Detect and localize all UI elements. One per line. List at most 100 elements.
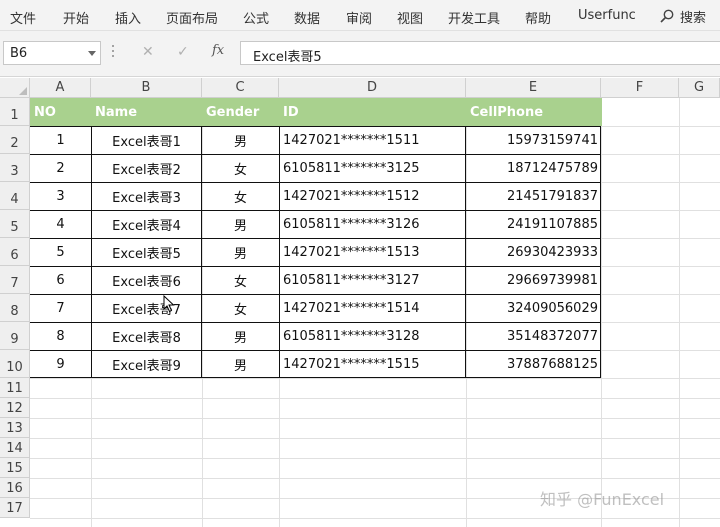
table-cell-gender[interactable]: 女 [202, 294, 279, 322]
table-cell-no[interactable]: 1 [30, 126, 91, 154]
row-header-14[interactable]: 14 [0, 438, 30, 458]
table-cell-id[interactable]: 6105811*******3125 [279, 154, 466, 182]
table-border [30, 154, 601, 155]
chevron-down-icon[interactable] [88, 51, 96, 56]
table-border [201, 126, 202, 378]
table-cell-gender[interactable]: 女 [202, 266, 279, 294]
tab-view[interactable]: 视图 [397, 8, 423, 27]
row-header-7[interactable]: 7 [0, 266, 30, 294]
table-cell-cellphone[interactable]: 15973159741 [466, 126, 601, 154]
table-cell-id[interactable]: 1427021*******1515 [279, 350, 466, 378]
table-cell-cellphone[interactable]: 18712475789 [466, 154, 601, 182]
table-cell-name[interactable]: Excel表哥1 [91, 126, 202, 154]
tab-userfunc[interactable]: Userfunc [578, 8, 636, 23]
table-cell-cellphone[interactable]: 35148372077 [466, 322, 601, 350]
tab-page-layout[interactable]: 页面布局 [166, 8, 218, 27]
table-cell-name[interactable]: Excel表哥2 [91, 154, 202, 182]
table-cell-id[interactable]: 6105811*******3128 [279, 322, 466, 350]
row-header-1[interactable]: 1 [0, 98, 30, 126]
table-cell-no[interactable]: 2 [30, 154, 91, 182]
table-cell-no[interactable]: 8 [30, 322, 91, 350]
table-cell-name[interactable]: Excel表哥4 [91, 210, 202, 238]
table-cell-name[interactable]: Excel表哥9 [91, 350, 202, 378]
table-cell-gender[interactable]: 男 [202, 126, 279, 154]
row-header-9[interactable]: 9 [0, 322, 30, 350]
table-cell-gender[interactable]: 男 [202, 322, 279, 350]
row-header-16[interactable]: 16 [0, 478, 30, 498]
enter-icon[interactable]: ✓ [177, 44, 189, 60]
table-cell-name[interactable]: Excel表哥8 [91, 322, 202, 350]
column-header-g[interactable]: G [679, 78, 720, 98]
column-header-c[interactable]: C [202, 78, 279, 98]
tab-help[interactable]: 帮助 [525, 8, 551, 27]
tab-developer[interactable]: 开发工具 [448, 8, 500, 27]
column-header-f[interactable]: F [601, 78, 679, 98]
gridline [30, 398, 720, 399]
table-cell-cellphone[interactable]: 32409056029 [466, 294, 601, 322]
table-cell-no[interactable]: 4 [30, 210, 91, 238]
table-cell-cellphone[interactable]: 24191107885 [466, 210, 601, 238]
header-cell-gender[interactable]: Gender [202, 98, 279, 126]
row-header-5[interactable]: 5 [0, 210, 30, 238]
column-header-b[interactable]: B [91, 78, 202, 98]
worksheet-grid[interactable]: A B C D E F G 1 2 3 4 5 6 7 8 9 10 11 12… [0, 78, 720, 527]
table-cell-id[interactable]: 1427021*******1513 [279, 238, 466, 266]
table-cell-no[interactable]: 3 [30, 182, 91, 210]
table-cell-gender[interactable]: 男 [202, 238, 279, 266]
row-header-12[interactable]: 12 [0, 398, 30, 418]
tab-data[interactable]: 数据 [294, 8, 320, 27]
table-cell-gender[interactable]: 女 [202, 182, 279, 210]
row-header-13[interactable]: 13 [0, 418, 30, 438]
table-cell-no[interactable]: 7 [30, 294, 91, 322]
table-cell-id[interactable]: 6105811*******3126 [279, 210, 466, 238]
row-header-8[interactable]: 8 [0, 294, 30, 322]
column-header-e[interactable]: E [466, 78, 601, 98]
table-cell-cellphone[interactable]: 26930423933 [466, 238, 601, 266]
table-cell-no[interactable]: 5 [30, 238, 91, 266]
table-cell-cellphone[interactable]: 37887688125 [466, 350, 601, 378]
header-cell-no[interactable]: NO [30, 98, 91, 126]
row-header-15[interactable]: 15 [0, 458, 30, 478]
tab-formulas[interactable]: 公式 [243, 8, 269, 27]
ribbon-tabs: 文件 开始 插入 页面布局 公式 数据 审阅 视图 开发工具 帮助 Userfu… [0, 0, 720, 31]
table-cell-gender[interactable]: 女 [202, 154, 279, 182]
table-cell-no[interactable]: 9 [30, 350, 91, 378]
row-header-4[interactable]: 4 [0, 182, 30, 210]
table-cell-cellphone[interactable]: 29669739981 [466, 266, 601, 294]
table-cell-gender[interactable]: 男 [202, 210, 279, 238]
row-header-11[interactable]: 11 [0, 378, 30, 398]
tab-home[interactable]: 开始 [63, 8, 89, 27]
tab-review[interactable]: 审阅 [346, 8, 372, 27]
header-cell-name[interactable]: Name [91, 98, 202, 126]
row-header-2[interactable]: 2 [0, 126, 30, 154]
table-cell-gender[interactable]: 男 [202, 350, 279, 378]
name-box[interactable]: B6 [3, 41, 101, 65]
insert-function-button[interactable]: fx [212, 43, 224, 58]
header-cell-cellphone[interactable]: CellPhone [466, 98, 602, 126]
table-cell-id[interactable]: 1427021*******1514 [279, 294, 466, 322]
table-cell-id[interactable]: 1427021*******1512 [279, 182, 466, 210]
row-header-3[interactable]: 3 [0, 154, 30, 182]
table-cell-name[interactable]: Excel表哥3 [91, 182, 202, 210]
formula-bar: B6 ✕ ✓ fx Excel表哥5 [0, 31, 720, 77]
table-cell-no[interactable]: 6 [30, 266, 91, 294]
tab-file[interactable]: 文件 [10, 8, 36, 27]
table-cell-name[interactable]: Excel表哥5 [91, 238, 202, 266]
table-cell-name[interactable]: Excel表哥6 [91, 266, 202, 294]
table-cell-id[interactable]: 6105811*******3127 [279, 266, 466, 294]
table-cell-name[interactable]: Excel表哥7 [91, 294, 202, 322]
table-cell-cellphone[interactable]: 21451791837 [466, 182, 601, 210]
table-cell-id[interactable]: 1427021*******1511 [279, 126, 466, 154]
column-header-d[interactable]: D [279, 78, 466, 98]
formula-input[interactable]: Excel表哥5 [240, 41, 720, 65]
cancel-icon[interactable]: ✕ [142, 44, 154, 60]
tab-insert[interactable]: 插入 [115, 8, 141, 27]
select-all-button[interactable] [0, 78, 30, 98]
header-cell-id[interactable]: ID [279, 98, 466, 126]
search-box[interactable]: 搜索 [660, 6, 706, 26]
row-header-10[interactable]: 10 [0, 350, 30, 378]
row-header-17[interactable]: 17 [0, 498, 30, 518]
table-border [30, 182, 601, 183]
row-header-6[interactable]: 6 [0, 238, 30, 266]
column-header-a[interactable]: A [30, 78, 91, 98]
